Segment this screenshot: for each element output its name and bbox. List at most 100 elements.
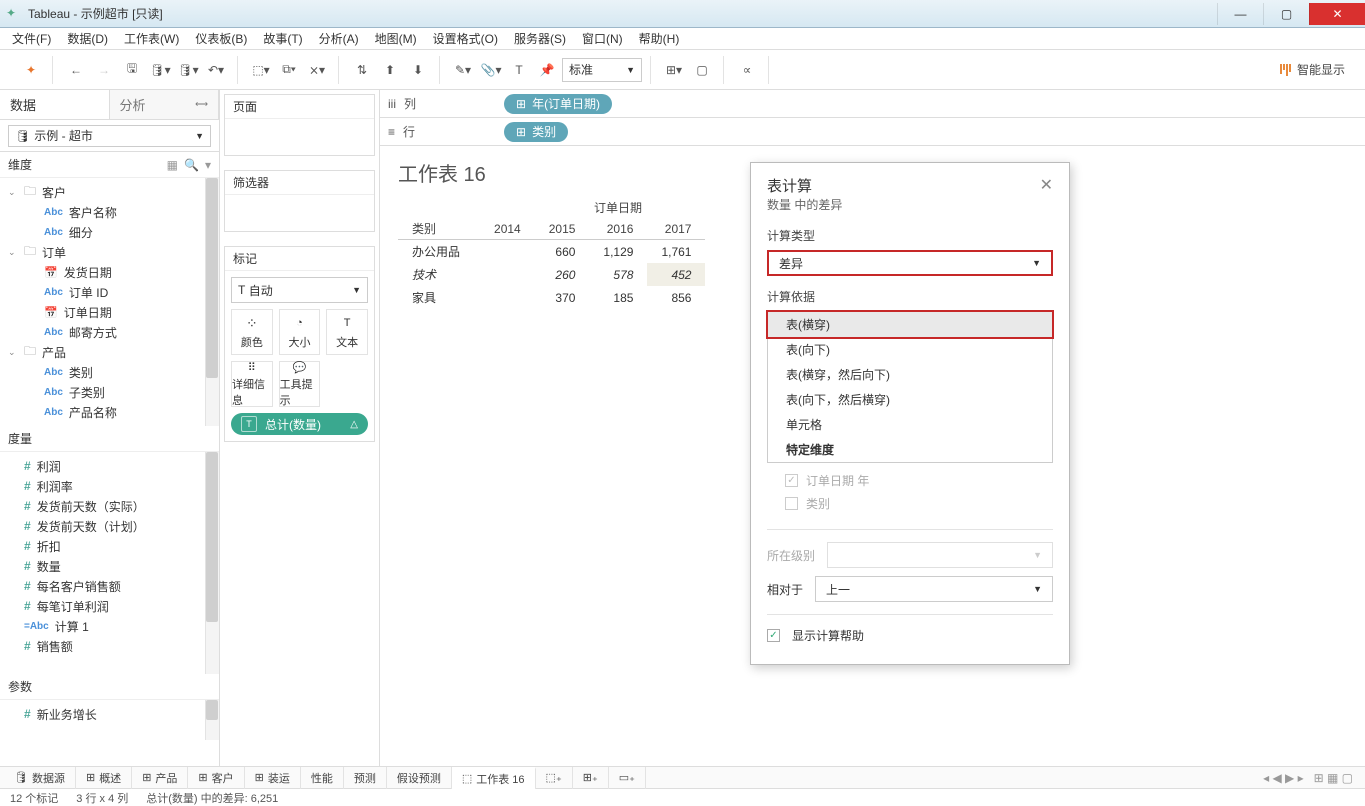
compute-option[interactable]: 表(横穿)	[768, 312, 1052, 337]
measure-field[interactable]: #每名客户销售额	[0, 576, 219, 596]
dim-group[interactable]: ⌄🗀客户	[0, 182, 219, 202]
dialog-close-button[interactable]: ✕	[1040, 175, 1053, 213]
menu-story[interactable]: 故事(T)	[257, 28, 308, 49]
measure-field[interactable]: #每笔订单利润	[0, 596, 219, 616]
new-datasource-button[interactable]: 🛢▾	[147, 57, 173, 83]
menu-analysis[interactable]: 分析(A)	[313, 28, 365, 49]
highlight-button[interactable]: ✎▾	[450, 57, 476, 83]
mark-tooltip[interactable]: 💬工具提示	[279, 361, 321, 407]
sheet-tab[interactable]: ⊞概述	[76, 767, 132, 789]
rows-shelf[interactable]: ≡行 ⊞类别	[380, 118, 1365, 146]
sheet-tab[interactable]: 预测	[344, 767, 387, 789]
measure-field[interactable]: #数量	[0, 556, 219, 576]
sheet-tab[interactable]: 假设预测	[387, 767, 452, 789]
mark-detail[interactable]: ⠿详细信息	[231, 361, 273, 407]
save-button[interactable]: 🖫	[119, 57, 145, 83]
menu-window[interactable]: 窗口(N)	[576, 28, 629, 49]
mark-color[interactable]: ⁘颜色	[231, 309, 273, 355]
compute-option[interactable]: 表(向下，然后横穿)	[768, 387, 1052, 412]
minimize-button[interactable]: —	[1217, 3, 1263, 25]
parameter-field[interactable]: #新业务增长	[0, 704, 219, 724]
back-button[interactable]: ←	[63, 57, 89, 83]
marks-pill-quantity[interactable]: T 总计(数量) △	[231, 413, 368, 435]
view-icon[interactable]: ▦	[167, 158, 178, 172]
sheet-tab[interactable]: ⊞产品	[132, 767, 188, 789]
menu-map[interactable]: 地图(M)	[369, 28, 423, 49]
new-worksheet-tab[interactable]: ⬚₊	[536, 767, 573, 789]
dim-field[interactable]: Abc细分	[0, 222, 219, 242]
tableau-icon[interactable]: ✦	[18, 57, 44, 83]
sheet-tab[interactable]: ⬚工作表 16	[452, 767, 536, 789]
sheet-tab[interactable]: ⊞装运	[245, 767, 301, 789]
maximize-button[interactable]: ▢	[1263, 3, 1309, 25]
menu-help[interactable]: 帮助(H)	[633, 28, 686, 49]
menu-data[interactable]: 数据(D)	[61, 28, 114, 49]
columns-shelf[interactable]: iii列 ⊞年(订单日期)	[380, 90, 1365, 118]
tab-data[interactable]: 数据	[0, 90, 110, 119]
sort-desc-button[interactable]: ⬇	[405, 57, 431, 83]
measure-field[interactable]: #利润率	[0, 476, 219, 496]
menu-format[interactable]: 设置格式(O)	[427, 28, 504, 49]
fit-dropdown[interactable]: 标准▼	[562, 58, 642, 82]
tab-nav-controls[interactable]: ◂ ◀ ▶ ▸ ⊞ ▦ ▢	[1263, 771, 1361, 785]
sort-asc-button[interactable]: ⬆	[377, 57, 403, 83]
search-icon[interactable]: 🔍	[184, 158, 199, 172]
show-me-button[interactable]: ⊞▾	[661, 57, 687, 83]
measure-field[interactable]: #发货前天数（实际）	[0, 496, 219, 516]
new-dashboard-tab[interactable]: ⊞₊	[573, 767, 609, 789]
columns-pill-year[interactable]: ⊞年(订单日期)	[504, 94, 612, 114]
swap-button[interactable]: ⇅	[349, 57, 375, 83]
scrollbar[interactable]	[205, 178, 219, 426]
dim-field[interactable]: 📅订单日期	[0, 302, 219, 322]
measure-field[interactable]: #销售额	[0, 636, 219, 656]
rows-pill-category[interactable]: ⊞类别	[504, 122, 568, 142]
mark-text[interactable]: T文本	[326, 309, 368, 355]
compute-option[interactable]: 表(横穿，然后向下)	[768, 362, 1052, 387]
clear-button[interactable]: ⨯▾	[304, 57, 330, 83]
compute-option[interactable]: 特定维度	[768, 437, 1052, 462]
menu-caret-icon[interactable]: ▾	[205, 158, 211, 172]
menu-worksheet[interactable]: 工作表(W)	[118, 28, 185, 49]
calc-type-dropdown[interactable]: 差异▼	[767, 250, 1053, 276]
relative-to-dropdown[interactable]: 上一▼	[815, 576, 1053, 602]
dim-group[interactable]: ⌄🗀订单	[0, 242, 219, 262]
sheet-tab[interactable]: ⊞客户	[188, 767, 244, 789]
show-me-panel-toggle[interactable]: 智能显示	[1280, 61, 1355, 78]
tab-datasource[interactable]: 🛢数据源	[4, 767, 76, 789]
measure-field[interactable]: =Abc计算 1	[0, 616, 219, 636]
menu-server[interactable]: 服务器(S)	[508, 28, 572, 49]
forward-button[interactable]: →	[91, 57, 117, 83]
show-calc-help-checkbox[interactable]: ✓显示计算帮助	[751, 623, 1069, 648]
close-button[interactable]: ✕	[1309, 3, 1365, 25]
dim-field[interactable]: Abc类别	[0, 362, 219, 382]
measure-field[interactable]: #利润	[0, 456, 219, 476]
dim-field[interactable]: Abc客户名称	[0, 202, 219, 222]
sheet-tab[interactable]: 性能	[301, 767, 344, 789]
dim-group[interactable]: ⌄🗀产品	[0, 342, 219, 362]
new-story-tab[interactable]: ▭₊	[609, 767, 646, 789]
measure-field[interactable]: #发货前天数（计划）	[0, 516, 219, 536]
undo-button[interactable]: ↶▾	[203, 57, 229, 83]
dim-field[interactable]: 📅发货日期	[0, 262, 219, 282]
datasource-selector[interactable]: 🛢 示例 - 超市▼	[8, 125, 211, 147]
group-button[interactable]: 📎▾	[478, 57, 504, 83]
share-button[interactable]: ∝	[734, 57, 760, 83]
dim-field[interactable]: Abc邮寄方式	[0, 322, 219, 342]
presentation-button[interactable]: ▢	[689, 57, 715, 83]
menu-dashboard[interactable]: 仪表板(B)	[189, 28, 253, 49]
new-worksheet-button[interactable]: ⬚▾	[248, 57, 274, 83]
scrollbar[interactable]	[205, 700, 219, 740]
mark-size[interactable]: ◔大小	[279, 309, 321, 355]
menu-file[interactable]: 文件(F)	[6, 28, 57, 49]
dim-field[interactable]: Abc产品名称	[0, 402, 219, 422]
dim-field[interactable]: Abc子类别	[0, 382, 219, 402]
measure-field[interactable]: #折扣	[0, 536, 219, 556]
dim-field[interactable]: Abc订单 ID	[0, 282, 219, 302]
refresh-button[interactable]: 🛢▾	[175, 57, 201, 83]
tab-analytics[interactable]: 分析⟷	[110, 90, 220, 119]
compute-option[interactable]: 表(向下)	[768, 337, 1052, 362]
duplicate-button[interactable]: ⧉▾	[276, 57, 302, 83]
mark-type-dropdown[interactable]: T 自动▼	[231, 277, 368, 303]
scrollbar[interactable]	[205, 452, 219, 674]
pin-button[interactable]: 📌	[534, 57, 560, 83]
